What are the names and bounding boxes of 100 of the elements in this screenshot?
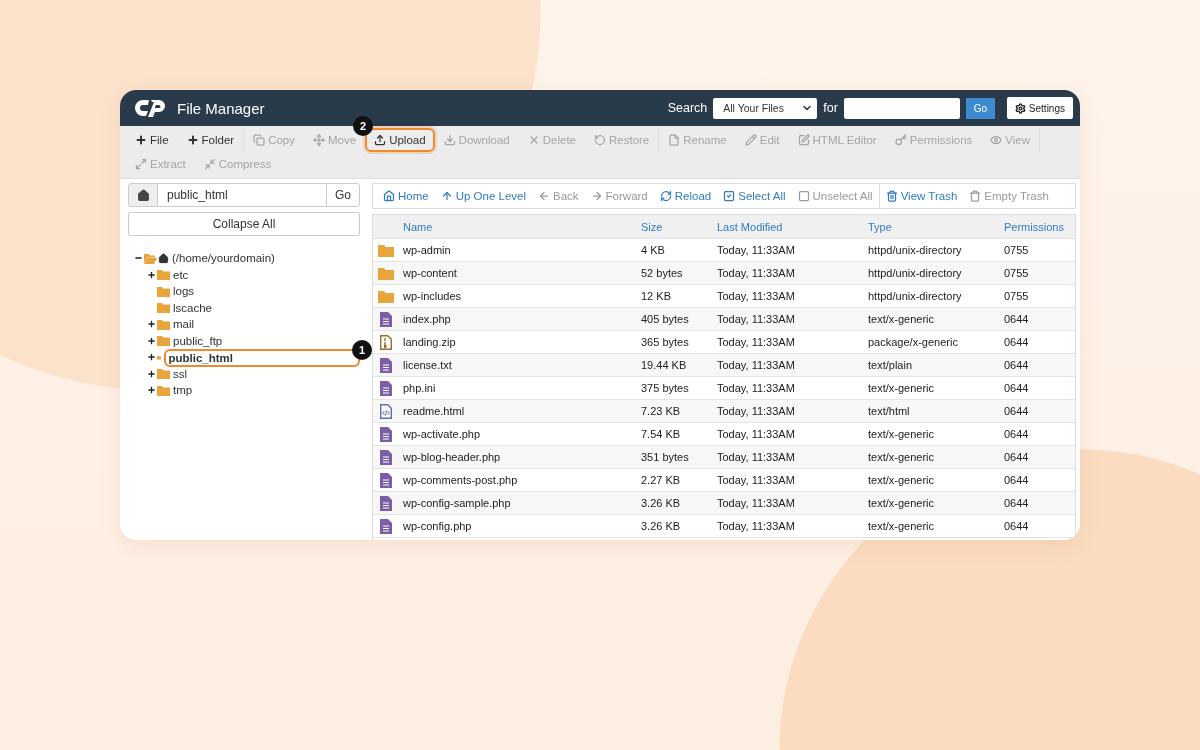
- file-size: 4 KB: [640, 244, 666, 256]
- file-row[interactable]: license.txt 19.44 KB Today, 11:33AM text/plain 0644: [373, 354, 1075, 377]
- file-name: wp-content: [402, 267, 458, 279]
- move-icon: [313, 134, 325, 146]
- file-type: httpd/unix-directory: [867, 244, 963, 256]
- expand-icon[interactable]: [147, 269, 156, 280]
- file-size: 2.27 KB: [640, 474, 682, 486]
- file-size: 7.23 KB: [640, 405, 682, 417]
- folder-name[interactable]: public_ftp: [173, 334, 223, 347]
- go-button[interactable]: Go: [326, 183, 360, 207]
- collapse-all-button[interactable]: Collapse All: [128, 212, 360, 236]
- archive-icon: [380, 334, 392, 350]
- file-type: text/x-generic: [867, 451, 936, 463]
- toolbar-button[interactable]: Folder: [177, 128, 244, 152]
- expand-icon[interactable]: [147, 352, 156, 363]
- file-type: text/x-generic: [867, 382, 936, 394]
- checkbox-icon: [723, 190, 736, 202]
- file-size: 3.26 KB: [640, 497, 682, 509]
- permissions: 0644: [1003, 359, 1030, 371]
- nav-button[interactable]: Up One Level: [434, 184, 532, 208]
- expand-icon[interactable]: [147, 319, 156, 330]
- arrow-left-icon: [538, 190, 550, 202]
- folder-name[interactable]: tmp: [173, 384, 193, 397]
- permissions: 0755: [1003, 244, 1030, 256]
- folder-icon: [157, 335, 170, 347]
- permissions: 0644: [1003, 451, 1030, 463]
- modified-date: Today, 11:33AM: [716, 382, 796, 394]
- permissions: 0644: [1003, 497, 1030, 509]
- folder-icon: [157, 368, 170, 380]
- file-row[interactable]: wp-config-sample.php 3.26 KB Today, 11:33AM text/x-generic 0644: [373, 492, 1075, 515]
- home-icon: [158, 252, 169, 264]
- folder-icon: [157, 269, 170, 281]
- file-row[interactable]: wp-blog-header.php 351 bytes Today, 11:33AM text/x-generic 0644: [373, 446, 1075, 469]
- column-header[interactable]: Name: [399, 220, 637, 233]
- modified-date: Today, 11:33AM: [716, 336, 796, 348]
- column-header[interactable]: Last Modified: [713, 220, 864, 233]
- folder-icon: [157, 318, 170, 330]
- column-header[interactable]: Permissions: [1000, 220, 1075, 233]
- permissions: 0644: [1003, 405, 1030, 417]
- file-row[interactable]: wp-content 52 bytes Today, 11:33AM httpd/unix-directory 0755: [373, 262, 1075, 285]
- file-size: 375 bytes: [640, 382, 690, 394]
- file-name: wp-blog-header.php: [402, 451, 502, 463]
- settings-button[interactable]: Settings: [1006, 97, 1073, 119]
- plus-icon: [135, 134, 147, 146]
- folder-name[interactable]: etc: [173, 268, 189, 281]
- home-button[interactable]: [128, 183, 158, 207]
- file-row[interactable]: readme.html 7.23 KB Today, 11:33AM text/html 0644: [373, 400, 1075, 423]
- file-name: php.ini: [402, 382, 437, 394]
- eye-icon: [990, 134, 1003, 146]
- modified-date: Today, 11:33AM: [716, 520, 796, 532]
- folder-name[interactable]: logs: [173, 285, 195, 298]
- file-type: httpd/unix-directory: [867, 267, 963, 279]
- permissions: 0644: [1003, 313, 1030, 325]
- expand-icon[interactable]: [147, 385, 156, 396]
- file-row[interactable]: index.php 405 bytes Today, 11:33AM text/x-generic 0644: [373, 308, 1075, 331]
- settings-icon: [1014, 102, 1026, 114]
- search-label: Search: [667, 101, 708, 115]
- expand-icon[interactable]: [147, 368, 156, 379]
- toolbar-button[interactable]: File: [126, 128, 178, 152]
- folder-name[interactable]: public_html: [164, 348, 360, 367]
- document-icon: [380, 357, 392, 373]
- modified-date: Today, 11:33AM: [716, 313, 796, 325]
- reload-icon: [659, 190, 672, 202]
- go-button[interactable]: Go: [965, 97, 995, 119]
- home-icon: [383, 190, 395, 202]
- file-size: 19.44 KB: [640, 359, 688, 371]
- permissions: 0644: [1003, 474, 1030, 486]
- permissions: 0644: [1003, 382, 1030, 394]
- open-folder-icon: [144, 252, 157, 264]
- document-icon: [380, 426, 392, 442]
- file-type: text/plain: [867, 359, 914, 371]
- file-type: text/x-generic: [867, 313, 936, 325]
- file-size: 12 KB: [640, 290, 672, 302]
- search-scope-select[interactable]: All Your Files: [713, 97, 818, 119]
- document-icon: [380, 380, 392, 396]
- nav-button[interactable]: View Trash: [879, 184, 964, 208]
- for-label: for: [823, 101, 838, 115]
- file-type: text/x-generic: [867, 497, 936, 509]
- folder-icon: [157, 285, 170, 297]
- folder-name[interactable]: (/home/yourdomain): [172, 252, 275, 265]
- folder-name[interactable]: ssl: [173, 367, 188, 380]
- folder-name[interactable]: mail: [173, 318, 195, 331]
- column-header[interactable]: Size: [637, 220, 713, 233]
- step-badge: 1: [352, 339, 372, 360]
- folder-icon: [378, 266, 394, 280]
- folder-name[interactable]: lscache: [173, 301, 212, 314]
- upload-icon: [374, 134, 387, 146]
- file-name: wp-comments-post.php: [402, 474, 519, 486]
- code-file-icon: [380, 403, 392, 419]
- column-header[interactable]: Type: [864, 220, 1000, 233]
- file-size: 52 bytes: [640, 267, 684, 279]
- compress-icon: [203, 158, 216, 170]
- nav-button[interactable]: Select All: [717, 184, 792, 208]
- file-size: 405 bytes: [640, 313, 690, 325]
- nav-button[interactable]: Home: [377, 184, 435, 208]
- file-type: text/html: [867, 405, 911, 417]
- nav-button[interactable]: Reload: [653, 184, 718, 208]
- search-field[interactable]: [843, 97, 960, 119]
- expand-icon[interactable]: [147, 335, 156, 346]
- modified-date: Today, 11:33AM: [716, 474, 796, 486]
